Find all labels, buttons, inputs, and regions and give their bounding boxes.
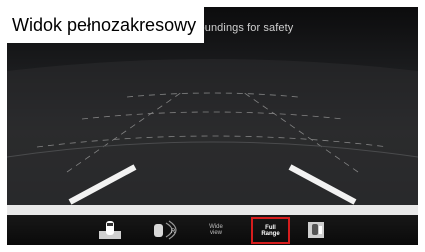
wide-view-button[interactable]: Wide view (204, 218, 228, 242)
full-range-button[interactable]: Full Range (251, 217, 290, 244)
camera-view-toolbar: R Wide view Full Range (7, 215, 418, 245)
view-caption: Widok pełnozakresowy (7, 7, 205, 43)
side-view-button[interactable] (305, 218, 327, 242)
camera-display: rroundings for safety Widok pełnozakreso… (7, 7, 418, 245)
wide-view-line2: view (209, 230, 222, 236)
safety-hint-text: rroundings for safety (191, 22, 294, 34)
rear-sensor-badge: R (171, 229, 176, 235)
rear-sensor-button[interactable]: R (149, 218, 185, 242)
full-range-line2: Range (261, 230, 280, 237)
side-view-icon (308, 222, 324, 238)
top-view-button[interactable] (95, 218, 125, 242)
bumper-stripe (7, 205, 418, 215)
top-view-car-icon (99, 221, 121, 239)
rear-sensor-r-icon: R (154, 220, 177, 240)
